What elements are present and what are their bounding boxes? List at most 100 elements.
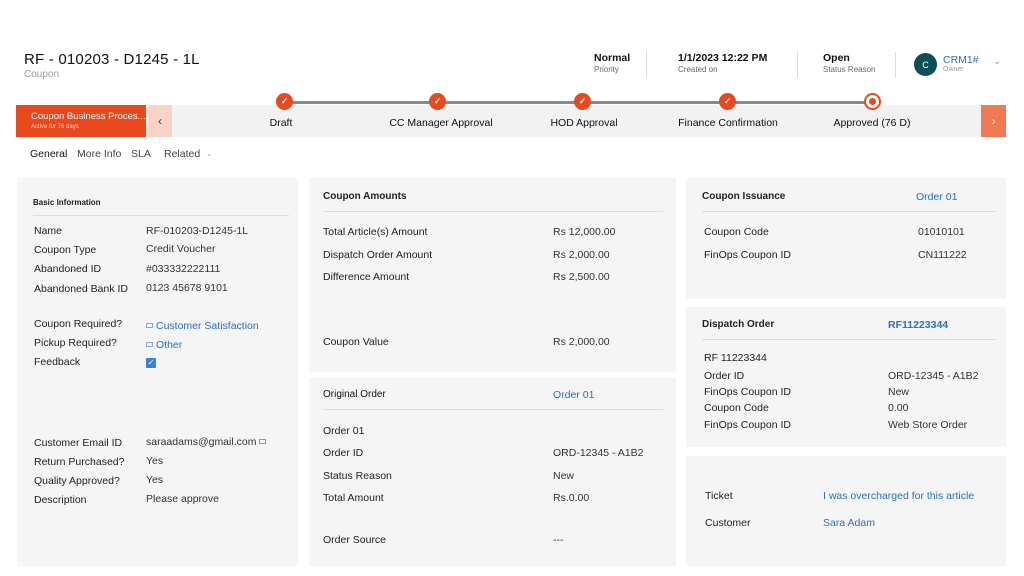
field-label: Total Amount (323, 492, 384, 504)
field-label: Name (34, 225, 63, 237)
owner-name-link[interactable]: CRM1# (943, 54, 979, 66)
tab-sla[interactable]: SLA (131, 148, 151, 160)
original-status-reason-field[interactable]: New (553, 470, 574, 482)
field-label: Order 01 (323, 425, 365, 437)
field-label: Difference Amount (323, 271, 410, 283)
header-status-reason[interactable]: Open Status Reason (823, 52, 875, 74)
stage-label-draft[interactable]: Draft (270, 117, 293, 129)
field-label: Order Source (323, 534, 387, 546)
process-flyout-button[interactable]: Coupon Business Proces... Active for 76 … (16, 105, 146, 137)
field-label: Status Reason (323, 470, 392, 482)
coupon-issuance-link[interactable]: Order 01 (916, 191, 957, 203)
process-next-button[interactable]: › (981, 105, 1006, 137)
basic-info-title: Basic Information (33, 198, 101, 207)
ticket-panel (686, 456, 1006, 566)
coupon-issuance-title: Coupon Issuance (702, 191, 786, 202)
status-reason-label: Status Reason (823, 65, 876, 74)
created-on-value: 1/1/2023 12:22 PM (678, 52, 768, 64)
field-label: Order ID (704, 370, 745, 382)
dispatch-order-number: RF 11223344 (704, 352, 767, 364)
field-label: Ticket (705, 490, 733, 502)
dispatch-finops-coupon-id-2-field[interactable]: Web Store Order (888, 419, 967, 431)
stage-draft-check-icon[interactable]: ✓ (276, 93, 293, 110)
tab-more-info[interactable]: More Info (77, 148, 121, 160)
stage-hod-check-icon[interactable]: ✓ (574, 93, 591, 110)
lookup-icon (146, 342, 153, 347)
abandoned-bank-id-field[interactable]: 0123 45678 9101 (146, 282, 228, 294)
field-label: Coupon Type (34, 244, 97, 256)
field-label: Return Purchased? (34, 456, 125, 468)
process-prev-button[interactable]: ‹ (148, 105, 172, 137)
abandoned-id-field[interactable]: #033332222111 (146, 263, 220, 275)
chevron-down-icon[interactable]: ⌄ (206, 149, 213, 158)
stage-finance-check-icon[interactable]: ✓ (719, 93, 736, 110)
section-gap (309, 372, 676, 378)
record-entity: Coupon (24, 69, 60, 80)
customer-email-field[interactable]: saraadams@gmail.com (146, 436, 267, 448)
dispatch-coupon-code-field[interactable]: 0.00 (888, 402, 908, 414)
original-total-amount-field[interactable]: Rs.0.00 (553, 492, 589, 504)
issuance-finops-coupon-id-field[interactable]: CN111222 (918, 249, 967, 261)
header-created-on[interactable]: 1/1/2023 12:22 PM Created on (678, 52, 767, 74)
tab-related[interactable]: Related (164, 148, 200, 160)
dispatch-order-amount-field[interactable]: Rs 2,000.00 (553, 249, 610, 261)
header-priority[interactable]: Normal Priority (594, 52, 630, 74)
dispatch-order-id-field[interactable]: ORD-12345 - A1B2 (888, 370, 978, 382)
owner-avatar[interactable]: C (914, 53, 937, 76)
field-label: Feedback (34, 356, 81, 368)
name-field[interactable]: RF-010203-D1245-1L (146, 225, 248, 237)
owner-label: Owner (943, 66, 964, 73)
stage-label-hod[interactable]: HOD Approval (550, 117, 617, 129)
chevron-down-icon[interactable]: ⌄ (993, 56, 1001, 67)
pickup-required-lookup[interactable]: Other (146, 339, 182, 351)
lookup-value: Other (156, 339, 183, 351)
priority-value: Normal (594, 52, 631, 64)
stage-approved-current-icon[interactable] (864, 93, 881, 110)
stage-label-cc-manager[interactable]: CC Manager Approval (389, 117, 492, 129)
original-order-link[interactable]: Order 01 (553, 389, 594, 401)
quality-approved-field[interactable]: Yes (146, 474, 163, 486)
created-on-label: Created on (678, 65, 718, 74)
header-divider (646, 52, 647, 78)
order-source-field[interactable]: --- (553, 534, 564, 546)
original-order-id-field[interactable]: ORD-12345 - A1B2 (553, 447, 643, 459)
ticket-link[interactable]: I was overcharged for this article (823, 490, 974, 502)
customer-link[interactable]: Sara Adam (823, 517, 875, 529)
divider (702, 211, 995, 212)
process-duration: Active for 76 days (31, 124, 79, 130)
field-label: Customer Email ID (34, 437, 123, 449)
coupon-required-lookup[interactable]: Customer Satisfaction (146, 320, 259, 332)
divider (323, 409, 663, 410)
total-articles-amount-field[interactable]: Rs 12,000.00 (553, 226, 615, 238)
divider (323, 211, 663, 212)
header-divider (895, 52, 896, 78)
difference-amount-field[interactable]: Rs 2,500.00 (553, 271, 610, 283)
coupon-type-field[interactable]: Credit Voucher (146, 243, 215, 255)
divider (702, 339, 995, 340)
field-label: Abandoned Bank ID (34, 283, 128, 295)
field-label: Dispatch Order Amount (323, 249, 433, 261)
original-order-title: Original Order (323, 389, 386, 400)
description-field[interactable]: Please approve (146, 493, 219, 505)
dispatch-order-title: Dispatch Order (702, 319, 775, 330)
field-label: Quality Approved? (34, 475, 120, 487)
process-name: Coupon Business Proces... (31, 111, 146, 122)
dispatch-finops-coupon-id-field[interactable]: New (888, 386, 909, 398)
stage-label-finance[interactable]: Finance Confirmation (678, 117, 778, 129)
field-label: Coupon Value (323, 336, 389, 348)
field-label: Abandoned ID (34, 263, 102, 275)
stage-label-approved[interactable]: Approved (76 D) (833, 117, 910, 129)
feedback-checkbox[interactable]: ✓ (146, 358, 156, 368)
tab-general[interactable]: General (30, 148, 67, 160)
mail-icon[interactable] (259, 439, 267, 444)
issuance-coupon-code-field[interactable]: 01010101 (918, 226, 965, 238)
status-reason-value: Open (823, 52, 850, 64)
return-purchased-field[interactable]: Yes (146, 455, 163, 467)
field-label: Pickup Required? (34, 337, 117, 349)
field-label: Description (34, 494, 87, 506)
field-label: FinOps Coupon ID (704, 419, 791, 431)
coupon-value-field[interactable]: Rs 2,000.00 (553, 336, 610, 348)
stage-cc-manager-check-icon[interactable]: ✓ (429, 93, 446, 110)
record-title: RF - 010203 - D1245 - 1L (24, 51, 200, 68)
dispatch-order-link[interactable]: RF11223344 (888, 319, 948, 331)
